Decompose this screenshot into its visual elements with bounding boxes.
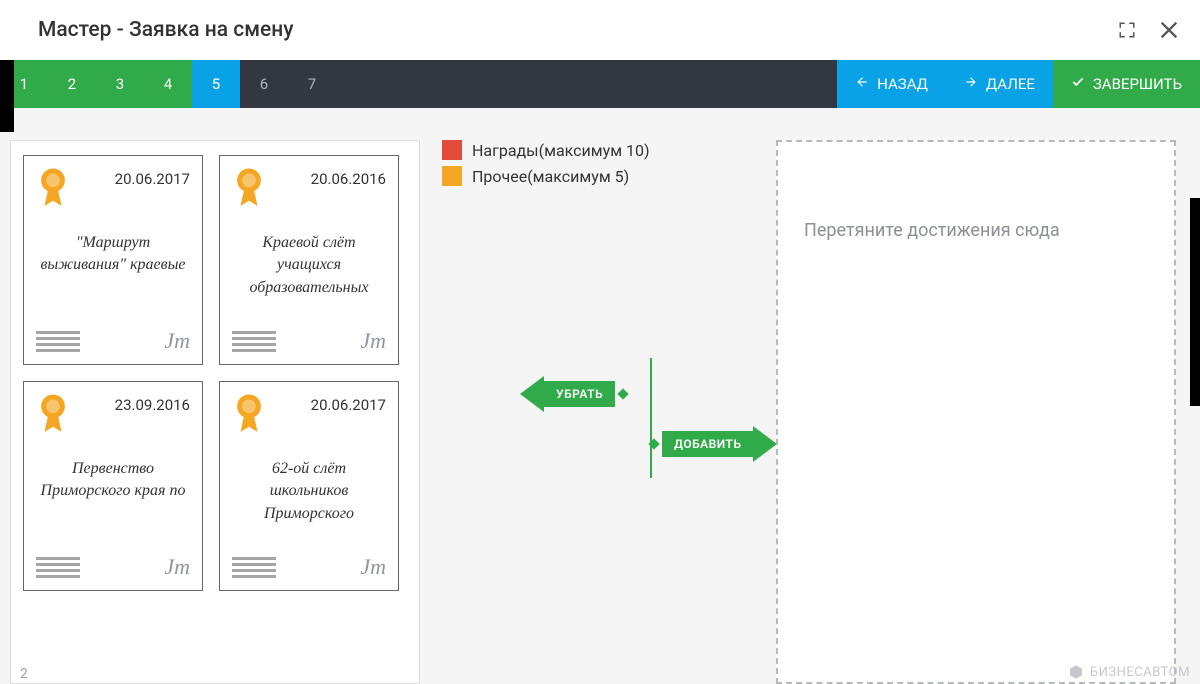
arrow-right-icon <box>753 426 777 462</box>
check-icon <box>1071 75 1085 93</box>
transfer-controls: Награды(максимум 10) Прочее(максимум 5) … <box>438 140 758 684</box>
certificate-title: Первенство Приморского края по <box>36 458 190 554</box>
text-lines-icon <box>232 331 276 352</box>
legend-swatch-awards <box>442 140 462 160</box>
diamond-icon <box>648 438 659 449</box>
decorative-strip <box>0 108 14 132</box>
certificate-card[interactable]: 20.06.2017 62-ой слёт школьников Приморс… <box>219 381 399 591</box>
decorative-strip <box>0 60 14 108</box>
certificate-date: 20.06.2017 <box>115 170 190 188</box>
brand-label: БизнесАвтом <box>1068 664 1190 680</box>
certificate-title: "Маршрут выживания" краевые <box>36 232 190 328</box>
legend-label-other: Прочее(максимум 5) <box>472 167 629 186</box>
step-4[interactable]: 4 <box>144 60 192 108</box>
remove-label: УБРАТЬ <box>544 381 615 407</box>
source-panel: 20.06.2017 "Маршрут выживания" краевые J… <box>10 140 420 684</box>
next-label: ДАЛЕЕ <box>986 75 1035 93</box>
page-number: 2 <box>20 666 28 682</box>
step-6[interactable]: 6 <box>240 60 288 108</box>
legend-label-awards: Награды(максимум 10) <box>472 141 650 160</box>
signature-icon: Jm <box>164 328 190 354</box>
arrow-left-icon <box>520 376 544 412</box>
add-button[interactable]: ДОБАВИТЬ <box>650 426 777 462</box>
finish-label: ЗАВЕРШИТЬ <box>1093 75 1182 93</box>
step-3[interactable]: 3 <box>96 60 144 108</box>
text-lines-icon <box>36 331 80 352</box>
arrow-left-icon <box>855 75 869 93</box>
step-5[interactable]: 5 <box>192 60 240 108</box>
brand-icon <box>1068 664 1084 680</box>
award-badge-icon <box>232 166 266 214</box>
header: Мастер - Заявка на смену <box>0 0 1200 60</box>
finish-button[interactable]: ЗАВЕРШИТЬ <box>1053 60 1200 108</box>
step-bar: 1 2 3 4 5 6 7 НАЗАД ДАЛЕЕ ЗАВЕРШИТЬ <box>0 60 1200 108</box>
step-7[interactable]: 7 <box>288 60 336 108</box>
certificate-date: 20.06.2017 <box>311 396 386 414</box>
fullscreen-icon[interactable] <box>1118 21 1136 39</box>
signature-icon: Jm <box>360 554 386 580</box>
text-lines-icon <box>36 557 80 578</box>
add-label: ДОБАВИТЬ <box>662 431 753 457</box>
diamond-icon <box>617 388 628 399</box>
certificate-title: 62-ой слёт школьников Приморского <box>232 458 386 554</box>
page-title: Мастер - Заявка на смену <box>38 18 294 42</box>
back-button[interactable]: НАЗАД <box>837 60 946 108</box>
legend: Награды(максимум 10) Прочее(максимум 5) <box>438 140 758 192</box>
award-badge-icon <box>36 166 70 214</box>
remove-button[interactable]: УБРАТЬ <box>520 376 627 412</box>
close-icon[interactable] <box>1158 19 1180 41</box>
text-lines-icon <box>232 557 276 578</box>
back-label: НАЗАД <box>877 75 928 93</box>
award-badge-icon <box>232 392 266 440</box>
certificate-card[interactable]: 23.09.2016 Первенство Приморского края п… <box>23 381 203 591</box>
dropzone-placeholder: Перетяните достижения сюда <box>798 220 1154 241</box>
award-badge-icon <box>36 392 70 440</box>
dropzone[interactable]: Перетяните достижения сюда <box>776 140 1176 684</box>
arrow-right-icon <box>964 75 978 93</box>
step-2[interactable]: 2 <box>48 60 96 108</box>
certificate-title: Краевой слёт учащихся образовательных <box>232 232 386 328</box>
certificate-date: 20.06.2016 <box>311 170 386 188</box>
next-button[interactable]: ДАЛЕЕ <box>946 60 1053 108</box>
legend-swatch-other <box>442 166 462 186</box>
certificate-card[interactable]: 20.06.2017 "Маршрут выживания" краевые J… <box>23 155 203 365</box>
certificate-date: 23.09.2016 <box>115 396 190 414</box>
certificate-card[interactable]: 20.06.2016 Краевой слёт учащихся образов… <box>219 155 399 365</box>
signature-icon: Jm <box>164 554 190 580</box>
signature-icon: Jm <box>360 328 386 354</box>
